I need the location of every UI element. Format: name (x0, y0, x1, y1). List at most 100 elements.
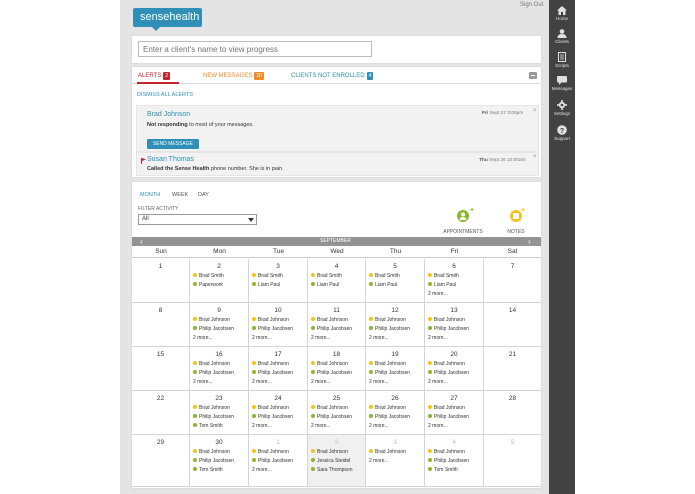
collapse-panel-button[interactable] (529, 72, 537, 79)
calendar-day-cell[interactable]: 6 Brad Smith Liam Paul 2 more... (425, 259, 484, 303)
sidebar-item-messages[interactable]: Messages (549, 76, 575, 91)
more-events-link[interactable]: 2 more... (369, 379, 389, 385)
calendar-event[interactable]: Brad Johnson (369, 404, 406, 411)
calendar-day-cell[interactable]: 10 Brad Johnson Philip Jacobsen 2 more... (249, 303, 308, 347)
client-search-input[interactable] (138, 41, 372, 57)
calendar-event[interactable]: Philip Jacobsen (252, 457, 293, 464)
calendar-event[interactable]: Brad Johnson (252, 360, 289, 367)
calendar-day-cell[interactable]: 21 (484, 347, 541, 391)
next-month-button[interactable]: › (528, 237, 531, 246)
calendar-day-cell[interactable]: 12 Brad Johnson Philip Jacobsen 2 more... (366, 303, 425, 347)
sign-out-link[interactable]: Sign Out (520, 2, 543, 8)
calendar-event[interactable]: Philip Jacobsen (428, 457, 469, 464)
more-events-link[interactable]: 2 more... (428, 291, 448, 297)
tab-new-messages[interactable]: NEW MESSAGES 20 (203, 72, 264, 80)
calendar-day-cell[interactable]: 16 Brad Johnson Philip Jacobsen 2 more... (190, 347, 249, 391)
calendar-day-cell[interactable]: 4 Brad Smith Liam Paul (308, 259, 366, 303)
calendar-event[interactable]: Brad Johnson (193, 316, 230, 323)
more-events-link[interactable]: 2 more... (428, 423, 448, 429)
calendar-event[interactable]: Philip Jacobsen (311, 325, 352, 332)
add-note-button[interactable]: + NOTES (502, 207, 530, 235)
calendar-day-cell[interactable]: 1 Brad Johnson Philip Jacobsen 2 more... (249, 435, 308, 487)
add-appointment-button[interactable]: + APPOINTMENTS (439, 207, 487, 235)
more-events-link[interactable]: 2 more... (428, 335, 448, 341)
calendar-day-cell[interactable]: 19 Brad Johnson Philip Jacobsen 2 more... (366, 347, 425, 391)
more-events-link[interactable]: 2 more... (369, 423, 389, 429)
calendar-day-cell[interactable]: 7 (484, 259, 541, 303)
calendar-event[interactable]: Brad Johnson (311, 448, 348, 455)
close-icon[interactable]: × (533, 154, 537, 160)
sidebar-item-home[interactable]: Home (549, 6, 575, 21)
more-events-link[interactable]: 2 more... (428, 379, 448, 385)
sidebar-item-scripts[interactable]: Scripts (549, 52, 575, 68)
calendar-event[interactable]: Brad Johnson (428, 360, 465, 367)
calendar-event[interactable]: Liam Paul (369, 281, 397, 288)
calendar-event[interactable]: Brad Johnson (252, 448, 289, 455)
sidebar-item-clients[interactable]: Clients (549, 29, 575, 44)
calendar-event[interactable]: Brad Johnson (369, 360, 406, 367)
view-tab-day[interactable]: DAY (198, 192, 209, 198)
calendar-day-cell[interactable]: 26 Brad Johnson Philip Jacobsen 2 more... (366, 391, 425, 435)
calendar-event[interactable]: Tom Smith (193, 466, 223, 473)
calendar-day-cell[interactable]: 2 Brad Smith Paperwork (190, 259, 249, 303)
calendar-day-cell[interactable]: 18 Brad Johnson Philip Jacobsen 2 more... (308, 347, 366, 391)
calendar-event[interactable]: Tom Smith (428, 466, 458, 473)
calendar-event[interactable]: Philip Jacobsen (311, 413, 352, 420)
calendar-event[interactable]: Brad Johnson (428, 404, 465, 411)
calendar-event[interactable]: Brad Johnson (428, 316, 465, 323)
calendar-event[interactable]: Philip Jacobsen (193, 457, 234, 464)
calendar-event[interactable]: Philip Jacobsen (428, 369, 469, 376)
calendar-day-cell[interactable]: 9 Brad Johnson Philip Jacobsen 2 more... (190, 303, 249, 347)
calendar-event[interactable]: Brad Johnson (369, 316, 406, 323)
more-events-link[interactable]: 2 more... (311, 423, 331, 429)
calendar-event[interactable]: Philip Jacobsen (428, 325, 469, 332)
more-events-link[interactable]: 2 more... (252, 335, 272, 341)
calendar-event[interactable]: Liam Paul (428, 281, 456, 288)
calendar-event[interactable]: Philip Jacobsen (193, 413, 234, 420)
more-events-link[interactable]: 2 more... (193, 335, 213, 341)
calendar-event[interactable]: Brad Johnson (311, 404, 348, 411)
calendar-day-cell[interactable]: 3 Brad Smith Liam Paul (249, 259, 308, 303)
more-events-link[interactable]: 2 more... (311, 379, 331, 385)
calendar-event[interactable]: Brad Johnson (252, 316, 289, 323)
calendar-day-cell[interactable]: 5 Brad Smith Liam Paul (366, 259, 425, 303)
calendar-event[interactable]: Liam Paul (311, 281, 339, 288)
app-logo[interactable]: sensehealth (133, 8, 202, 27)
calendar-event[interactable]: Brad Smith (311, 272, 342, 279)
more-events-link[interactable]: 2 more... (311, 335, 331, 341)
calendar-event[interactable]: Liam Paul (252, 281, 280, 288)
tab-clients-not-enrolled[interactable]: CLIENTS NOT ENROLLED 4 (291, 72, 374, 80)
calendar-day-cell[interactable]: 2 Brad Johnson Jessica Steidel Sara Thompso… (308, 435, 366, 487)
more-events-link[interactable]: 2 more... (369, 458, 389, 464)
calendar-day-cell[interactable]: 27 Brad Johnson Philip Jacobsen 2 more... (425, 391, 484, 435)
calendar-event[interactable]: Jessica Steidel (311, 457, 350, 464)
calendar-event[interactable]: Philip Jacobsen (193, 369, 234, 376)
calendar-day-cell[interactable]: 30 Brad Johnson Philip Jacobsen Tom Smith (190, 435, 249, 487)
filter-activity-select[interactable]: All (138, 214, 257, 225)
close-icon[interactable]: × (533, 108, 537, 114)
calendar-event[interactable]: Brad Johnson (311, 316, 348, 323)
calendar-day-cell[interactable]: 20 Brad Johnson Philip Jacobsen 2 more... (425, 347, 484, 391)
calendar-day-cell[interactable]: 4 Brad Johnson Philip Jacobsen Tom Smith (425, 435, 484, 487)
calendar-day-cell[interactable]: 1 (132, 259, 190, 303)
calendar-event[interactable]: Brad Johnson (193, 360, 230, 367)
calendar-event[interactable]: Brad Smith (193, 272, 224, 279)
calendar-day-cell[interactable]: 11 Brad Johnson Philip Jacobsen 2 more... (308, 303, 366, 347)
alert-client-name[interactable]: Susan Thomas (147, 156, 194, 163)
calendar-event[interactable]: Brad Smith (252, 272, 283, 279)
more-events-link[interactable]: 2 more... (252, 467, 272, 473)
calendar-event[interactable]: Brad Smith (428, 272, 459, 279)
calendar-day-cell[interactable]: 14 (484, 303, 541, 347)
more-events-link[interactable]: 2 more... (252, 423, 272, 429)
view-tab-month[interactable]: MONTH (140, 192, 160, 198)
calendar-event[interactable]: Philip Jacobsen (193, 325, 234, 332)
more-events-link[interactable]: 2 more... (193, 379, 213, 385)
calendar-day-cell[interactable]: 3 Brad Johnson 2 more... (366, 435, 425, 487)
calendar-event[interactable]: Philip Jacobsen (252, 325, 293, 332)
calendar-day-cell[interactable]: 24 Brad Johnson Philip Jacobsen 2 more... (249, 391, 308, 435)
calendar-event[interactable]: Philip Jacobsen (369, 325, 410, 332)
calendar-event[interactable]: Paperwork (193, 281, 223, 288)
calendar-day-cell[interactable]: 17 Brad Johnson Philip Jacobsen 2 more... (249, 347, 308, 391)
calendar-event[interactable]: Philip Jacobsen (311, 369, 352, 376)
calendar-day-cell[interactable]: 29 (132, 435, 190, 487)
